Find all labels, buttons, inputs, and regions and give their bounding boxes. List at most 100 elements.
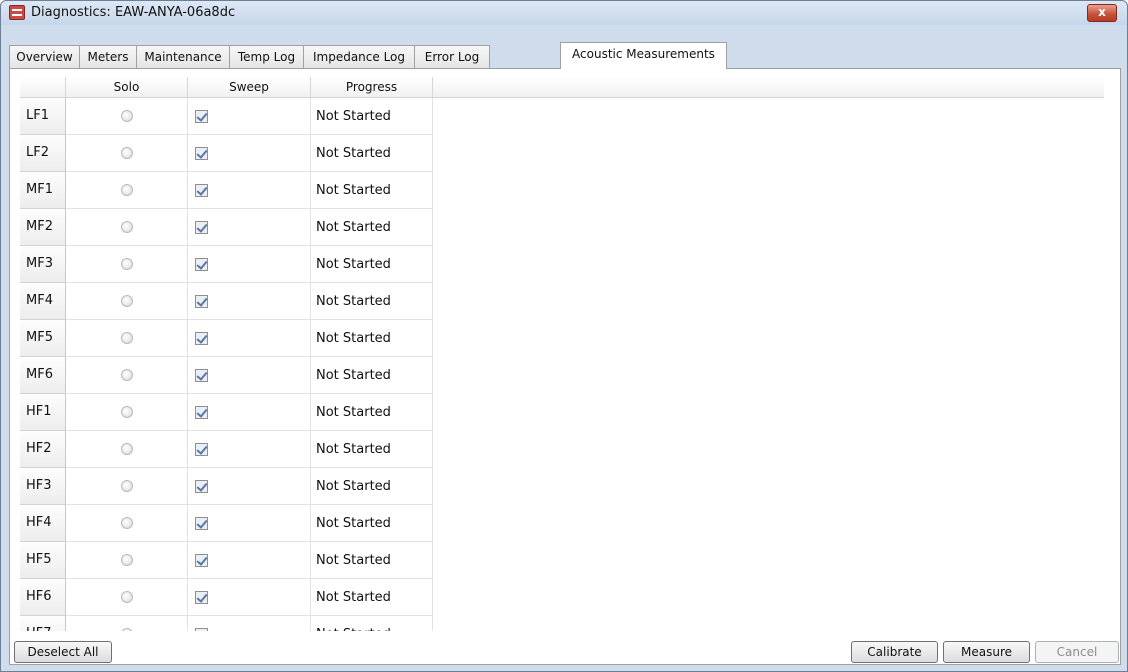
cancel-button[interactable]: Cancel: [1035, 641, 1119, 663]
progress-status: Not Started: [316, 294, 391, 309]
progress-status: Not Started: [316, 479, 391, 494]
progress-status: Not Started: [316, 146, 391, 161]
progress-cell: Not Started: [311, 246, 433, 283]
window-title: Diagnostics: EAW-ANYA-06a8dc: [31, 5, 236, 20]
diagnostics-window: Diagnostics: EAW-ANYA-06a8dc x Overview …: [0, 0, 1128, 672]
progress-status: Not Started: [316, 590, 391, 605]
sweep-cell: [188, 431, 311, 468]
sweep-cell: [188, 209, 311, 246]
sweep-checkbox[interactable]: [195, 147, 208, 160]
progress-cell: Not Started: [311, 98, 433, 135]
tab-maintenance[interactable]: Maintenance: [136, 45, 230, 69]
sweep-checkbox[interactable]: [195, 221, 208, 234]
measure-button[interactable]: Measure: [943, 641, 1030, 663]
row-header[interactable]: HF6: [20, 579, 66, 616]
sweep-checkbox[interactable]: [195, 369, 208, 382]
tab-overview[interactable]: Overview: [9, 45, 80, 69]
progress-cell: Not Started: [311, 394, 433, 431]
sweep-cell: [188, 135, 311, 172]
table-row: LF1 Not Started: [20, 98, 443, 135]
sweep-checkbox[interactable]: [195, 517, 208, 530]
solo-radio[interactable]: [121, 480, 133, 492]
sweep-checkbox[interactable]: [195, 480, 208, 493]
row-header[interactable]: LF1: [20, 98, 66, 135]
solo-radio[interactable]: [121, 184, 133, 196]
solo-radio[interactable]: [121, 221, 133, 233]
channel-grid: Solo Sweep Progress LF1 Not Started LF2 Not…: [20, 77, 1104, 631]
tab-temp-log[interactable]: Temp Log: [229, 45, 304, 69]
row-header[interactable]: HF1: [20, 394, 66, 431]
row-header[interactable]: HF3: [20, 468, 66, 505]
sweep-checkbox[interactable]: [195, 110, 208, 123]
sweep-checkbox[interactable]: [195, 406, 208, 419]
progress-status: Not Started: [316, 220, 391, 235]
tab-impedance-log[interactable]: Impedance Log: [303, 45, 415, 69]
row-header[interactable]: HF4: [20, 505, 66, 542]
close-button[interactable]: x: [1087, 4, 1117, 22]
title-bar[interactable]: Diagnostics: EAW-ANYA-06a8dc x: [1, 1, 1127, 25]
table-row: MF4 Not Started: [20, 283, 443, 320]
table-row: HF5 Not Started: [20, 542, 443, 579]
row-header[interactable]: MF3: [20, 246, 66, 283]
solo-radio[interactable]: [121, 517, 133, 529]
tab-meters[interactable]: Meters: [79, 45, 137, 69]
sweep-cell: [188, 394, 311, 431]
solo-radio[interactable]: [121, 554, 133, 566]
solo-radio[interactable]: [121, 369, 133, 381]
table-row: HF1 Not Started: [20, 394, 443, 431]
sweep-cell: [188, 320, 311, 357]
solo-radio[interactable]: [121, 295, 133, 307]
solo-radio[interactable]: [121, 110, 133, 122]
tab-acoustic-measurements[interactable]: Acoustic Measurements: [560, 42, 727, 69]
deselect-all-button[interactable]: Deselect All: [14, 641, 112, 663]
row-header[interactable]: LF2: [20, 135, 66, 172]
header-progress: Progress: [311, 77, 433, 98]
row-header[interactable]: MF4: [20, 283, 66, 320]
header-corner: [20, 77, 66, 98]
row-header[interactable]: HF5: [20, 542, 66, 579]
table-row: LF2 Not Started: [20, 135, 443, 172]
sweep-cell: [188, 579, 311, 616]
progress-status: Not Started: [316, 257, 391, 272]
solo-radio[interactable]: [121, 406, 133, 418]
sweep-checkbox[interactable]: [195, 258, 208, 271]
row-header[interactable]: HF2: [20, 431, 66, 468]
solo-radio[interactable]: [121, 332, 133, 344]
solo-radio[interactable]: [121, 443, 133, 455]
solo-cell: [66, 394, 188, 431]
sweep-checkbox[interactable]: [195, 554, 208, 567]
table-row: MF5 Not Started: [20, 320, 443, 357]
header-sweep: Sweep: [188, 77, 311, 98]
sweep-checkbox[interactable]: [195, 295, 208, 308]
solo-radio[interactable]: [121, 628, 133, 631]
grid-header: Solo Sweep Progress: [20, 77, 1104, 98]
progress-cell: Not Started: [311, 172, 433, 209]
sweep-cell: [188, 246, 311, 283]
solo-radio[interactable]: [121, 258, 133, 270]
table-row: HF3 Not Started: [20, 468, 443, 505]
row-header[interactable]: HF7: [20, 616, 66, 631]
solo-radio[interactable]: [121, 147, 133, 159]
table-row: MF6 Not Started: [20, 357, 443, 394]
progress-status: Not Started: [316, 183, 391, 198]
row-header[interactable]: MF6: [20, 357, 66, 394]
progress-status: Not Started: [316, 516, 391, 531]
solo-cell: [66, 468, 188, 505]
solo-cell: [66, 357, 188, 394]
sweep-checkbox[interactable]: [195, 591, 208, 604]
sweep-checkbox[interactable]: [195, 443, 208, 456]
sweep-cell: [188, 468, 311, 505]
solo-radio[interactable]: [121, 591, 133, 603]
tab-error-log[interactable]: Error Log: [414, 45, 490, 69]
sweep-checkbox[interactable]: [195, 628, 208, 631]
row-header[interactable]: MF5: [20, 320, 66, 357]
sweep-checkbox[interactable]: [195, 332, 208, 345]
row-header[interactable]: MF2: [20, 209, 66, 246]
sweep-checkbox[interactable]: [195, 184, 208, 197]
solo-cell: [66, 283, 188, 320]
row-header[interactable]: MF1: [20, 172, 66, 209]
calibrate-button[interactable]: Calibrate: [851, 641, 938, 663]
progress-cell: Not Started: [311, 505, 433, 542]
progress-cell: Not Started: [311, 431, 433, 468]
app-icon: [9, 5, 25, 20]
